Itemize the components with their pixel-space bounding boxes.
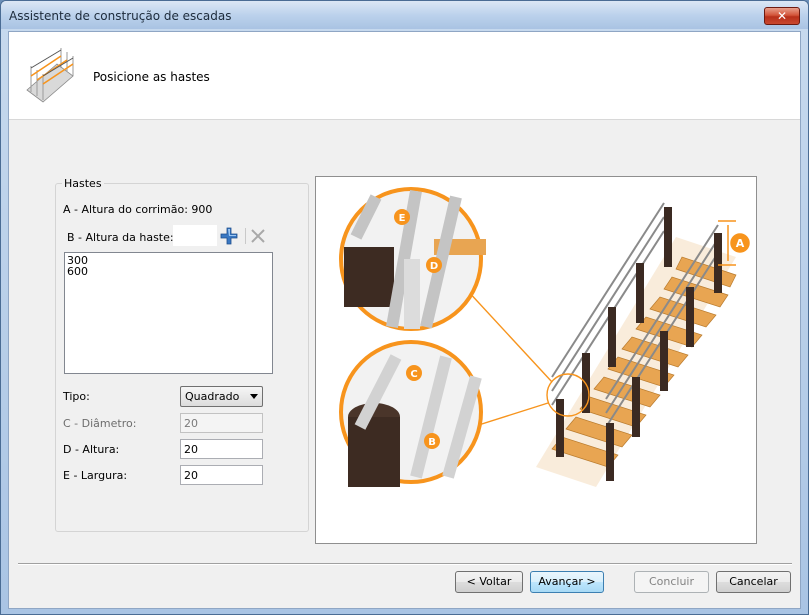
toolbar-separator [245, 228, 246, 244]
list-item[interactable]: 600 [67, 266, 270, 277]
detail-circle-bottom [339, 340, 483, 487]
staircase-diagram: A E D C B [339, 187, 750, 487]
footer-divider [18, 563, 792, 565]
wizard-header: Posicione as hastes [9, 32, 800, 120]
staircase-icon [26, 48, 74, 103]
label-a: A [736, 237, 745, 250]
wizard-client: Posicione as hastes Hastes A - Altura do… [8, 31, 801, 609]
close-button[interactable]: ✕ [764, 7, 800, 25]
label-c: C [410, 369, 417, 380]
tipo-select[interactable]: Quadrado [180, 386, 263, 407]
page-title: Posicione as hastes [93, 70, 210, 84]
haste-height-list[interactable]: 300 600 [64, 252, 273, 374]
largura-field[interactable]: 20 [180, 465, 263, 485]
label-e: E [399, 213, 406, 224]
back-button[interactable]: < Voltar [455, 571, 523, 593]
label-b: B [428, 437, 436, 448]
x-icon[interactable] [247, 225, 269, 247]
diametro-field[interactable]: 20 [180, 413, 263, 433]
largura-label: E - Largura: [63, 469, 128, 482]
diametro-label: C - Diâmetro: [63, 417, 137, 430]
close-icon: ✕ [776, 9, 788, 23]
title-bar: Assistente de construção de escadas ✕ [1, 1, 808, 29]
list-item[interactable]: 300 [67, 255, 270, 266]
label-d: D [430, 261, 438, 272]
plus-icon[interactable] [218, 225, 240, 247]
connector-lines [465, 288, 590, 430]
haste-height-label: B - Altura da haste: [67, 231, 174, 244]
haste-height-input[interactable] [173, 225, 217, 246]
finish-button[interactable]: Concluir [634, 571, 709, 593]
chevron-down-icon [250, 394, 258, 399]
tipo-selected-value: Quadrado [185, 390, 240, 403]
staircase-illustration: A E D C B [315, 176, 757, 544]
cancel-button[interactable]: Cancelar [716, 571, 791, 593]
next-button[interactable]: Avançar > [530, 571, 604, 593]
altura-label: D - Altura: [63, 443, 120, 456]
rail-height-label: A - Altura do corrimão: 900 [63, 203, 213, 216]
groupbox-legend: Hastes [62, 177, 104, 190]
window-title: Assistente de construção de escadas [9, 9, 232, 23]
altura-field[interactable]: 20 [180, 439, 263, 459]
detail-circle-top [339, 187, 486, 331]
wizard-window: Assistente de construção de escadas ✕ Po… [0, 0, 809, 615]
tipo-label: Tipo: [63, 390, 90, 403]
